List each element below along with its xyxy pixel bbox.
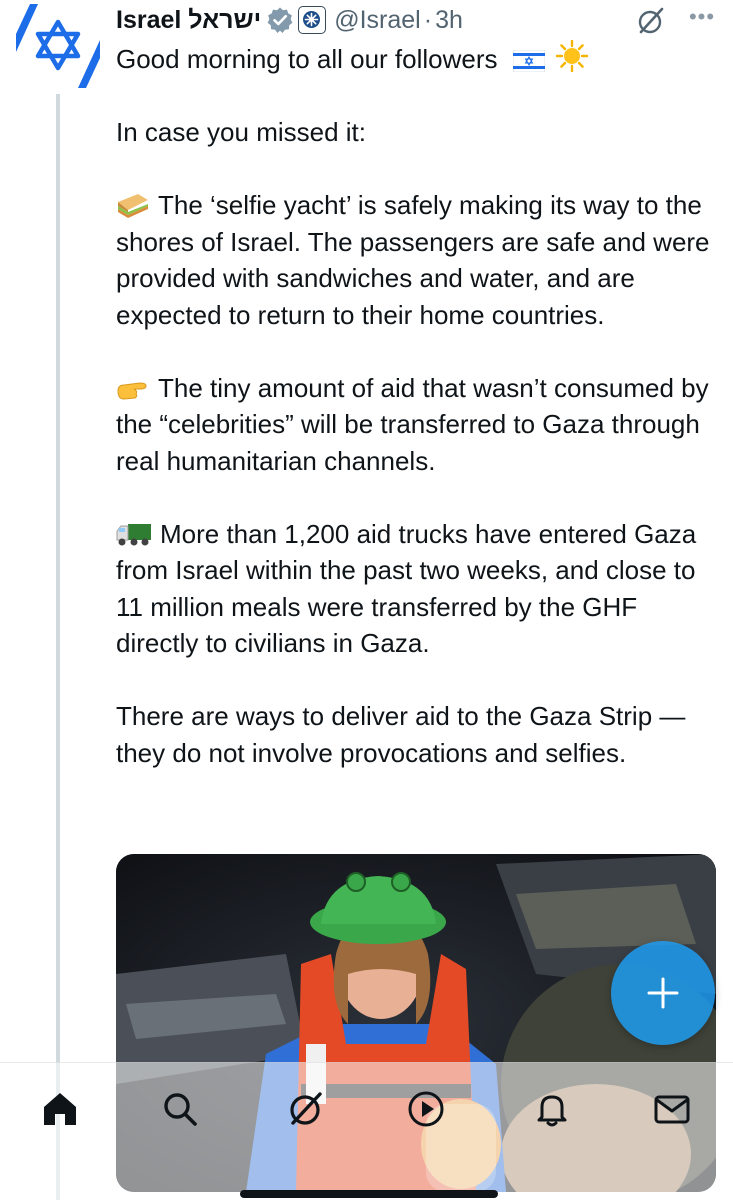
thread-line bbox=[56, 94, 60, 1200]
avatar[interactable] bbox=[16, 4, 100, 88]
paragraph-3: More than 1,200 aid trucks have entered … bbox=[116, 516, 721, 662]
tab-search[interactable] bbox=[158, 1087, 202, 1131]
sandwich-emoji bbox=[118, 194, 148, 218]
greeting-line: Good morning to all our followers bbox=[116, 40, 721, 78]
truck-emoji bbox=[116, 523, 151, 545]
grok-icon[interactable] bbox=[636, 6, 666, 36]
tab-notifications[interactable] bbox=[530, 1087, 574, 1131]
greeting-text: Good morning to all our followers bbox=[116, 44, 498, 74]
sun-emoji bbox=[556, 40, 588, 72]
home-icon bbox=[44, 1093, 76, 1125]
star-of-david-flag-icon bbox=[16, 4, 100, 88]
home-indicator bbox=[240, 1190, 498, 1198]
plus-icon bbox=[647, 977, 679, 1009]
tab-messages[interactable] bbox=[650, 1087, 694, 1131]
post-text: Good morning to all our followers In cas… bbox=[116, 40, 721, 771]
more-options-icon[interactable]: ••• bbox=[682, 2, 722, 34]
mail-icon bbox=[654, 1095, 690, 1124]
paragraph-4: There are ways to deliver aid to the Gaz… bbox=[116, 701, 686, 768]
tab-grok[interactable] bbox=[284, 1087, 328, 1131]
intro-line: In case you missed it: bbox=[116, 117, 366, 147]
timestamp[interactable]: 3h bbox=[435, 6, 463, 35]
verified-badge-icon bbox=[266, 6, 294, 34]
display-name[interactable]: Israel ישראל bbox=[116, 6, 261, 35]
search-icon bbox=[164, 1093, 197, 1126]
bell-icon bbox=[537, 1095, 567, 1127]
play-icon bbox=[408, 1091, 444, 1127]
handle[interactable]: @Israel bbox=[334, 6, 421, 35]
paragraph-2: The tiny amount of aid that wasn’t consu… bbox=[116, 370, 721, 480]
paragraph-3-text: More than 1,200 aid trucks have entered … bbox=[116, 518, 697, 659]
bottom-tab-bar bbox=[0, 1062, 733, 1200]
israel-flag-emoji bbox=[512, 50, 545, 72]
tab-video[interactable] bbox=[404, 1087, 448, 1131]
post-header: Israel ישראל @Israel · 3h bbox=[116, 2, 726, 38]
paragraph-2-text: The tiny amount of aid that wasn’t consu… bbox=[116, 372, 709, 476]
paragraph-1-text: The ‘selfie yacht’ is safely making its … bbox=[116, 190, 710, 330]
tab-home[interactable] bbox=[38, 1087, 82, 1131]
government-affiliation-icon[interactable] bbox=[298, 6, 327, 34]
pointing-hand-emoji bbox=[117, 381, 147, 400]
paragraph-1: The ‘selfie yacht’ is safely making its … bbox=[116, 187, 721, 333]
grok-icon bbox=[290, 1092, 322, 1125]
separator-dot: · bbox=[423, 5, 433, 34]
compose-button[interactable] bbox=[611, 941, 715, 1045]
